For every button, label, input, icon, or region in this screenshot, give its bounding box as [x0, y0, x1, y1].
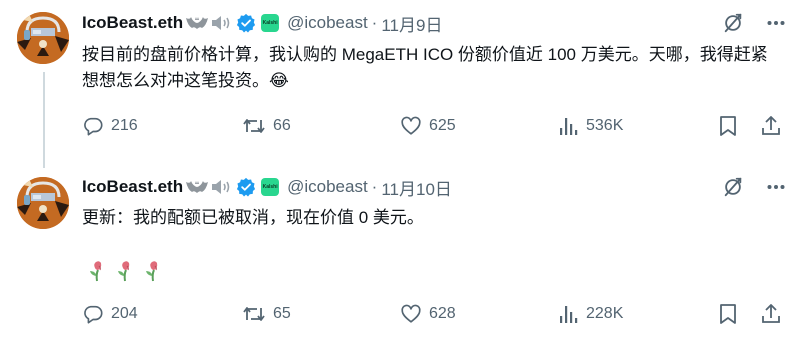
more-options-icon[interactable] — [766, 177, 786, 197]
avatar[interactable] — [17, 12, 69, 64]
speaker-emoji-icon — [211, 14, 233, 32]
heart-icon — [400, 303, 422, 325]
display-name[interactable]: IcoBeast.eth — [82, 13, 183, 33]
tweet-text: 更新：我的配额已被取消，现在价值 0 美元。 — [82, 208, 424, 227]
affiliate-badge[interactable]: Kalshi — [261, 178, 280, 196]
bookmark-button[interactable] — [718, 115, 738, 137]
like-count: 628 — [429, 305, 456, 322]
wilted-rose-emoji-row — [86, 258, 164, 282]
separator-dot: · — [371, 177, 378, 196]
reply-icon — [82, 303, 104, 325]
like-button[interactable]: 628 — [400, 303, 456, 325]
views-chart-icon — [559, 115, 579, 137]
views-chart-icon — [559, 303, 579, 325]
bat-emoji-icon — [185, 14, 209, 32]
tweet-date[interactable]: 11月9日 — [381, 11, 442, 36]
views-button[interactable]: 536K — [559, 115, 623, 137]
handle[interactable]: @icobeast — [287, 177, 368, 197]
display-name[interactable]: IcoBeast.eth — [82, 177, 183, 197]
tweet[interactable]: IcoBeast.eth Kalshi @icobeast · 11月10日 更… — [0, 168, 804, 347]
reply-button[interactable]: 204 — [82, 303, 138, 325]
action-bar: 216 66 625 536K — [82, 115, 786, 139]
bookmark-button[interactable] — [718, 303, 738, 325]
reply-icon — [82, 115, 104, 137]
tweet[interactable]: IcoBeast.eth Kalshi @icobeast · 11月9日 按目… — [0, 0, 804, 168]
retweet-button[interactable]: 65 — [242, 303, 291, 325]
like-button[interactable]: 625 — [400, 115, 456, 137]
verified-badge-icon[interactable] — [236, 13, 256, 33]
retweet-icon — [242, 115, 266, 137]
views-count: 536K — [586, 117, 624, 134]
grok-icon[interactable] — [722, 176, 744, 198]
retweet-count: 66 — [273, 117, 291, 134]
wilted-rose-icon — [142, 258, 164, 282]
reply-button[interactable]: 216 — [82, 115, 138, 137]
retweet-button[interactable]: 66 — [242, 115, 291, 137]
avatar[interactable] — [17, 177, 69, 229]
affiliate-badge[interactable]: Kalshi — [261, 14, 280, 32]
reply-count: 204 — [111, 305, 138, 322]
grok-icon[interactable] — [722, 12, 744, 34]
views-count: 228K — [586, 305, 624, 322]
bookmark-icon — [718, 303, 738, 325]
like-count: 625 — [429, 117, 456, 134]
tweet-text: 按目前的盘前价格计算，我认购的 MegaETH ICO 份额价值近 100 万美… — [82, 45, 768, 90]
separator-dot: · — [371, 13, 378, 32]
tweet-date[interactable]: 11月10日 — [381, 175, 452, 200]
share-icon — [760, 115, 782, 137]
retweet-count: 65 — [273, 305, 291, 322]
bat-emoji-icon — [185, 178, 209, 196]
action-bar: 204 65 628 228K — [82, 303, 786, 327]
views-button[interactable]: 228K — [559, 303, 623, 325]
bookmark-icon — [718, 115, 738, 137]
wilted-rose-icon — [114, 258, 136, 282]
share-button[interactable] — [760, 115, 782, 137]
more-options-icon[interactable] — [766, 13, 786, 33]
handle[interactable]: @icobeast — [287, 13, 368, 33]
retweet-icon — [242, 303, 266, 325]
verified-badge-icon[interactable] — [236, 177, 256, 197]
wilted-rose-icon — [86, 258, 108, 282]
heart-icon — [400, 115, 422, 137]
speaker-emoji-icon — [211, 178, 233, 196]
share-button[interactable] — [760, 303, 782, 325]
share-icon — [760, 303, 782, 325]
reply-count: 216 — [111, 117, 138, 134]
